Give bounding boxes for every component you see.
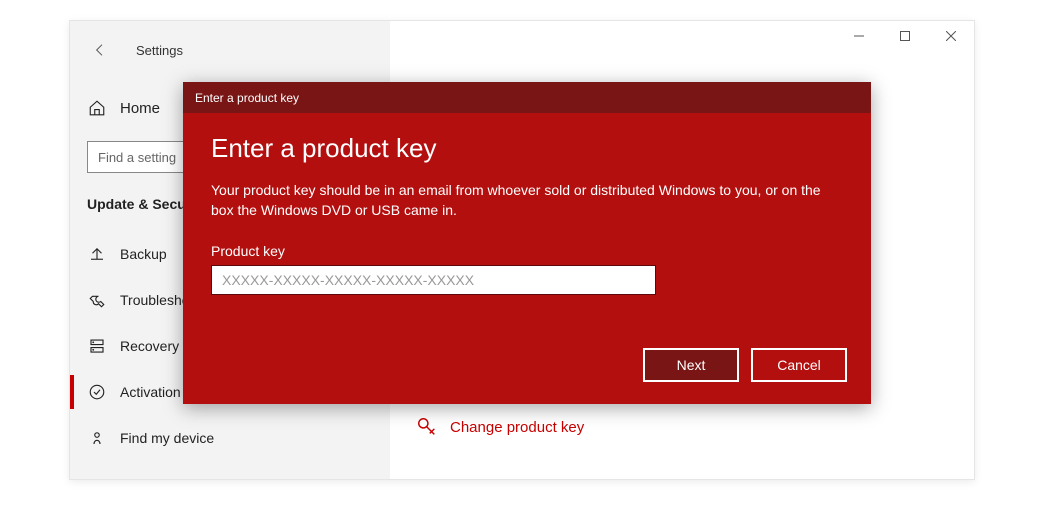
home-icon <box>88 99 106 117</box>
cancel-button[interactable]: Cancel <box>751 348 847 382</box>
sidebar-item-label: Backup <box>120 246 167 262</box>
dialog-heading: Enter a product key <box>211 133 843 164</box>
sidebar-item-label: Find my device <box>120 430 214 446</box>
home-link[interactable]: Home <box>88 99 160 117</box>
dialog-titlebar[interactable]: Enter a product key <box>183 82 871 113</box>
back-arrow-icon <box>92 42 108 58</box>
close-icon <box>946 31 956 41</box>
minimize-icon <box>854 31 864 41</box>
dialog-buttons: Next Cancel <box>643 348 847 382</box>
cancel-button-label: Cancel <box>777 357 821 373</box>
key-icon <box>416 416 438 438</box>
close-button[interactable] <box>928 21 974 51</box>
product-key-dialog: Enter a product key Enter a product key … <box>183 82 871 404</box>
back-button[interactable] <box>92 42 108 63</box>
sidebar-item-label: Activation <box>120 384 181 400</box>
window-controls <box>836 21 974 51</box>
maximize-button[interactable] <box>882 21 928 51</box>
next-button[interactable]: Next <box>643 348 739 382</box>
change-product-key-label: Change product key <box>450 419 584 436</box>
wrench-icon <box>88 291 106 309</box>
sidebar-item-label: Recovery <box>120 338 179 354</box>
product-key-input[interactable] <box>211 265 656 295</box>
product-key-label: Product key <box>211 243 843 259</box>
home-label: Home <box>120 100 160 117</box>
dialog-description: Your product key should be in an email f… <box>211 180 821 221</box>
minimize-button[interactable] <box>836 21 882 51</box>
settings-title: Settings <box>136 43 183 58</box>
sidebar-item-find-my-device[interactable]: Find my device <box>70 415 390 461</box>
search-placeholder-text: Find a setting <box>98 150 176 165</box>
location-icon <box>88 429 106 447</box>
check-circle-icon <box>88 383 106 401</box>
backup-icon <box>88 245 106 263</box>
next-button-label: Next <box>677 357 706 373</box>
dialog-body: Enter a product key Your product key sho… <box>183 113 871 404</box>
maximize-icon <box>900 31 910 41</box>
dialog-title: Enter a product key <box>195 91 299 105</box>
recovery-icon <box>88 337 106 355</box>
change-product-key-link[interactable]: Change product key <box>416 416 584 438</box>
